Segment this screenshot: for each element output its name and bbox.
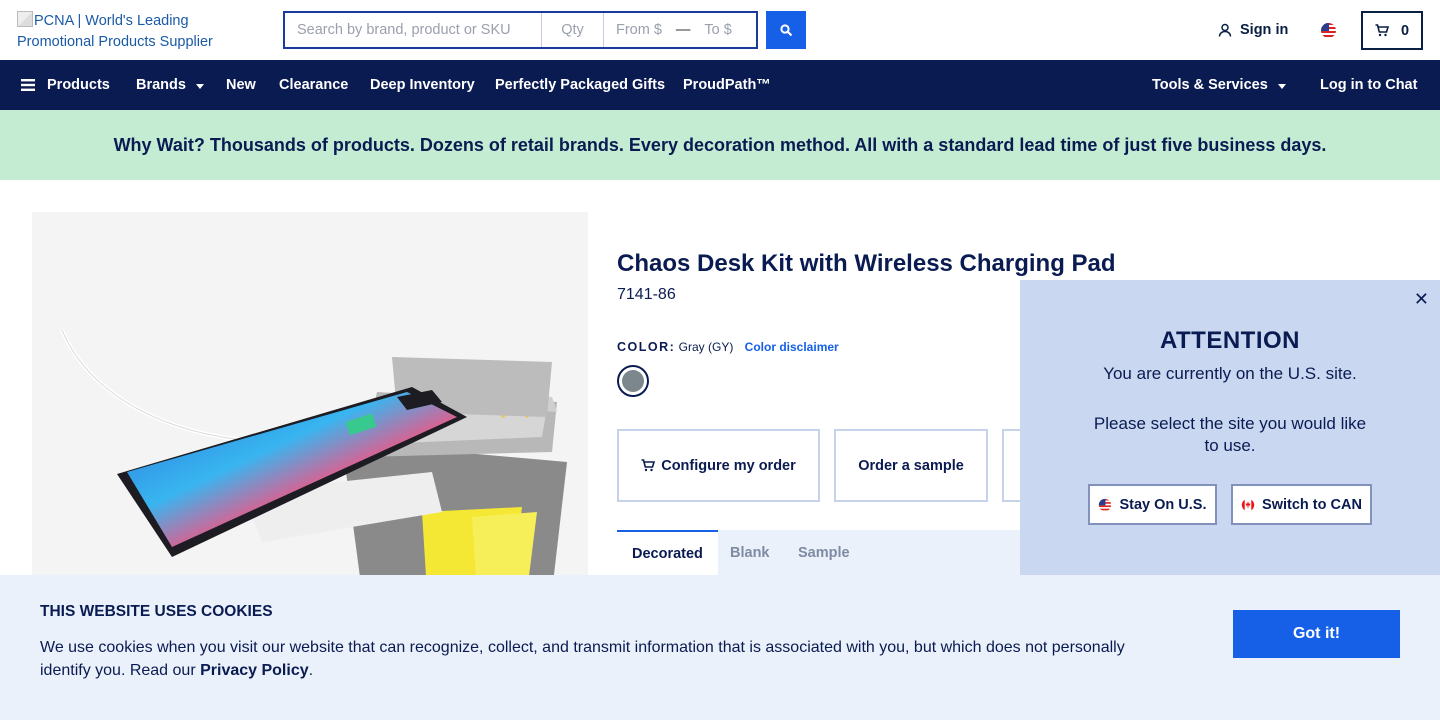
accept-cookies-button[interactable]: Got it! (1233, 610, 1400, 658)
order-sample-button[interactable]: Order a sample (834, 429, 988, 502)
order-sample-label: Order a sample (858, 457, 964, 474)
color-label: COLOR: (617, 340, 676, 354)
user-icon (1218, 23, 1232, 37)
sign-in-link[interactable]: Sign in (1218, 22, 1288, 38)
close-icon[interactable]: ✕ (1414, 289, 1429, 310)
nav-tools-label: Tools & Services (1152, 77, 1268, 93)
nav-brands-label: Brands (136, 77, 186, 93)
quantity-input[interactable]: Qty (542, 13, 604, 47)
logo-alt-text: PCNA | World's Leading Promotional Produ… (17, 13, 213, 50)
color-selection: COLOR: Gray (GY) Color disclaimer (617, 340, 839, 354)
switch-can-label: Switch to CAN (1262, 496, 1362, 513)
chevron-down-icon (195, 84, 204, 89)
broken-image-icon (17, 11, 33, 27)
nav-chat-login[interactable]: Log in to Chat (1320, 60, 1417, 110)
cart-count: 0 (1400, 22, 1410, 39)
color-value: Gray (GY) (678, 340, 734, 354)
switch-can-button[interactable]: Switch to CAN (1231, 484, 1372, 525)
cart-button[interactable]: 0 (1361, 11, 1423, 50)
privacy-policy-link[interactable]: Privacy Policy (200, 662, 309, 679)
search-form: Search by brand, product or SKU Qty From… (283, 11, 758, 49)
tab-blank[interactable]: Blank (730, 530, 770, 575)
cookie-text: We use cookies when you visit our websit… (40, 636, 1150, 682)
nav-deep-inventory[interactable]: Deep Inventory (370, 60, 475, 110)
main-nav: Products Brands New Clearance Deep Inven… (0, 60, 1440, 110)
nav-brands[interactable]: Brands (136, 60, 204, 110)
swatch-fill (622, 370, 644, 392)
canada-flag-icon (1241, 498, 1255, 511)
site-logo[interactable]: PCNA | World's Leading Promotional Produ… (17, 11, 267, 53)
tab-decorated[interactable]: Decorated (617, 530, 718, 575)
us-flag-icon (1099, 498, 1112, 511)
stay-us-button[interactable]: Stay On U.S. (1088, 484, 1217, 525)
nav-clearance[interactable]: Clearance (279, 60, 348, 110)
cart-icon (641, 459, 656, 472)
modal-prompt: Please select the site you would like to… (1093, 414, 1367, 455)
nav-products[interactable]: Products (21, 60, 110, 110)
search-icon (779, 23, 792, 36)
nav-tools-services[interactable]: Tools & Services (1152, 60, 1286, 110)
us-flag-icon[interactable] (1320, 22, 1337, 44)
nav-products-label: Products (47, 77, 110, 93)
product-sku: 7141-86 (617, 286, 676, 303)
top-bar: PCNA | World's Leading Promotional Produ… (0, 0, 1440, 60)
tab-sample[interactable]: Sample (798, 530, 850, 575)
promo-banner: Why Wait? Thousands of products. Dozens … (0, 110, 1440, 180)
modal-title: ATTENTION (1159, 327, 1301, 354)
color-disclaimer-link[interactable]: Color disclaimer (745, 340, 839, 354)
promo-text: Why Wait? Thousands of products. Dozens … (113, 134, 1327, 155)
price-range: From $ — To $ (604, 13, 756, 47)
search-input[interactable]: Search by brand, product or SKU (285, 13, 542, 47)
price-to-input[interactable]: To $ (704, 22, 731, 38)
modal-current-site: You are currently on the U.S. site. (1103, 364, 1357, 383)
cookie-title: THIS WEBSITE USES COOKIES (40, 603, 273, 620)
product-title: Chaos Desk Kit with Wireless Charging Pa… (617, 250, 1116, 277)
chevron-down-icon (1277, 84, 1286, 89)
cookie-period: . (308, 662, 314, 679)
price-from-input[interactable]: From $ (616, 22, 662, 38)
site-selector-modal: ✕ ATTENTION You are currently on the U.S… (1020, 280, 1440, 575)
search-button[interactable] (766, 11, 806, 49)
nav-proudpath[interactable]: ProudPath™ (683, 60, 771, 110)
price-separator: — (675, 22, 691, 38)
cookie-banner: THIS WEBSITE USES COOKIES We use cookies… (0, 575, 1440, 720)
configure-order-button[interactable]: Configure my order (617, 429, 820, 502)
sign-in-label: Sign in (1240, 22, 1289, 38)
stay-us-label: Stay On U.S. (1119, 496, 1207, 513)
cart-icon (1375, 24, 1389, 37)
configure-order-label: Configure my order (661, 457, 796, 474)
menu-icon (21, 79, 35, 91)
nav-new[interactable]: New (226, 60, 256, 110)
product-image[interactable] (32, 212, 588, 592)
nav-perfectly-packaged-gifts[interactable]: Perfectly Packaged Gifts (495, 60, 665, 110)
product-photo (60, 329, 567, 592)
color-swatch-gray[interactable] (617, 365, 649, 397)
